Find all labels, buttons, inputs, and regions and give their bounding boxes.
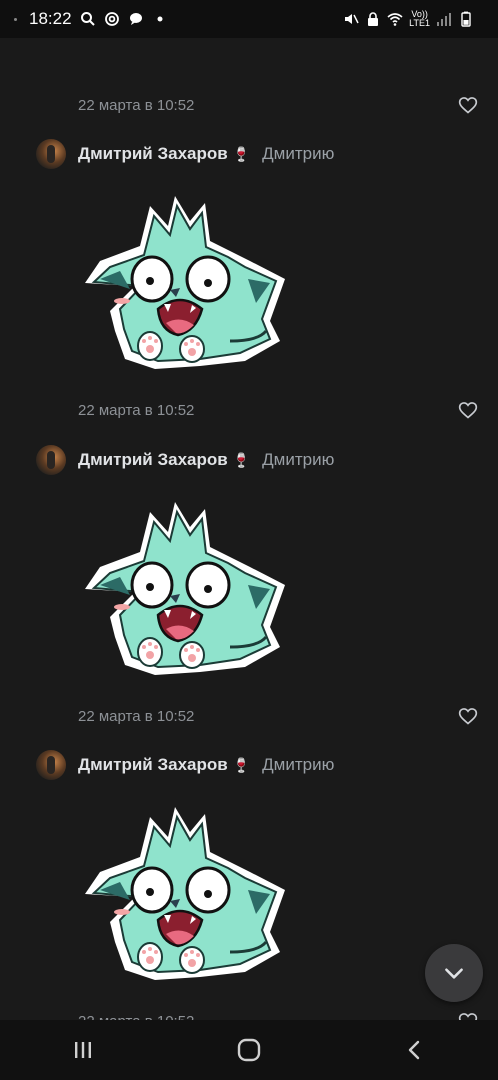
message-timestamp: 22 марта в 10:52	[78, 707, 195, 725]
author-name[interactable]: Дмитрий Захаров	[78, 755, 228, 775]
network-label: Vo)) LTE1	[409, 10, 430, 28]
recent-apps-icon	[75, 1042, 91, 1058]
avatar[interactable]	[36, 139, 66, 169]
dot-icon	[157, 16, 163, 22]
battery-icon	[461, 11, 471, 27]
chat-screen: 22 марта в 10:52 Дмитрий Захаров 🍷 Дмитр…	[0, 0, 498, 1080]
home-button[interactable]	[229, 1030, 269, 1070]
author-name[interactable]: Дмитрий Захаров	[78, 450, 228, 470]
cat-sticker[interactable]	[80, 191, 290, 371]
dot-icon	[14, 17, 17, 21]
reply-to-label: Дмитрию	[262, 144, 335, 163]
reply-to-label: Дмитрию	[262, 450, 335, 469]
author-name[interactable]: Дмитрий Захаров	[78, 144, 228, 164]
signal-icon	[437, 13, 451, 26]
message-timestamp: 22 марта в 10:52	[78, 96, 195, 114]
message-footer: 22 марта в 10:52	[78, 399, 478, 421]
back-button[interactable]	[395, 1030, 435, 1070]
home-icon	[237, 1038, 261, 1062]
message-header: Дмитрий Захаров 🍷 Дмитрию	[36, 750, 334, 780]
mute-icon	[345, 14, 359, 24]
chat-bubble-icon	[129, 13, 142, 25]
wine-emoji-icon: 🍷	[232, 145, 251, 162]
message-header: Дмитрий Захаров 🍷 Дмитрию	[36, 139, 334, 169]
search-icon	[80, 12, 95, 26]
scroll-down-button[interactable]	[425, 944, 483, 1002]
status-time: 18:22	[29, 9, 72, 28]
wine-emoji-icon: 🍷	[232, 756, 251, 773]
chevron-down-icon	[445, 968, 463, 979]
cat-sticker[interactable]	[80, 497, 290, 677]
system-nav-bar	[0, 1020, 498, 1080]
heart-icon[interactable]	[458, 706, 478, 726]
status-bar: 18:22 Vo)) LTE1	[0, 0, 498, 38]
message-footer: 22 марта в 10:52	[78, 94, 478, 116]
lte-label: LTE1	[409, 18, 430, 28]
avatar[interactable]	[36, 445, 66, 475]
message-timestamp: 22 марта в 10:52	[78, 401, 195, 419]
wine-emoji-icon: 🍷	[232, 451, 251, 468]
wifi-icon	[387, 13, 403, 26]
message-footer: 22 марта в 10:52	[78, 705, 478, 727]
back-icon	[408, 1040, 420, 1060]
message-header: Дмитрий Захаров 🍷 Дмитрию	[36, 445, 334, 475]
heart-icon[interactable]	[458, 95, 478, 115]
lock-icon	[368, 12, 379, 26]
reply-to-label: Дмитрию	[262, 755, 335, 774]
cat-sticker[interactable]	[80, 802, 290, 982]
heart-icon[interactable]	[458, 400, 478, 420]
at-icon	[104, 12, 119, 26]
recent-apps-button[interactable]	[63, 1030, 103, 1070]
message-feed[interactable]: 22 марта в 10:52 Дмитрий Захаров 🍷 Дмитр…	[0, 0, 498, 1030]
avatar[interactable]	[36, 750, 66, 780]
